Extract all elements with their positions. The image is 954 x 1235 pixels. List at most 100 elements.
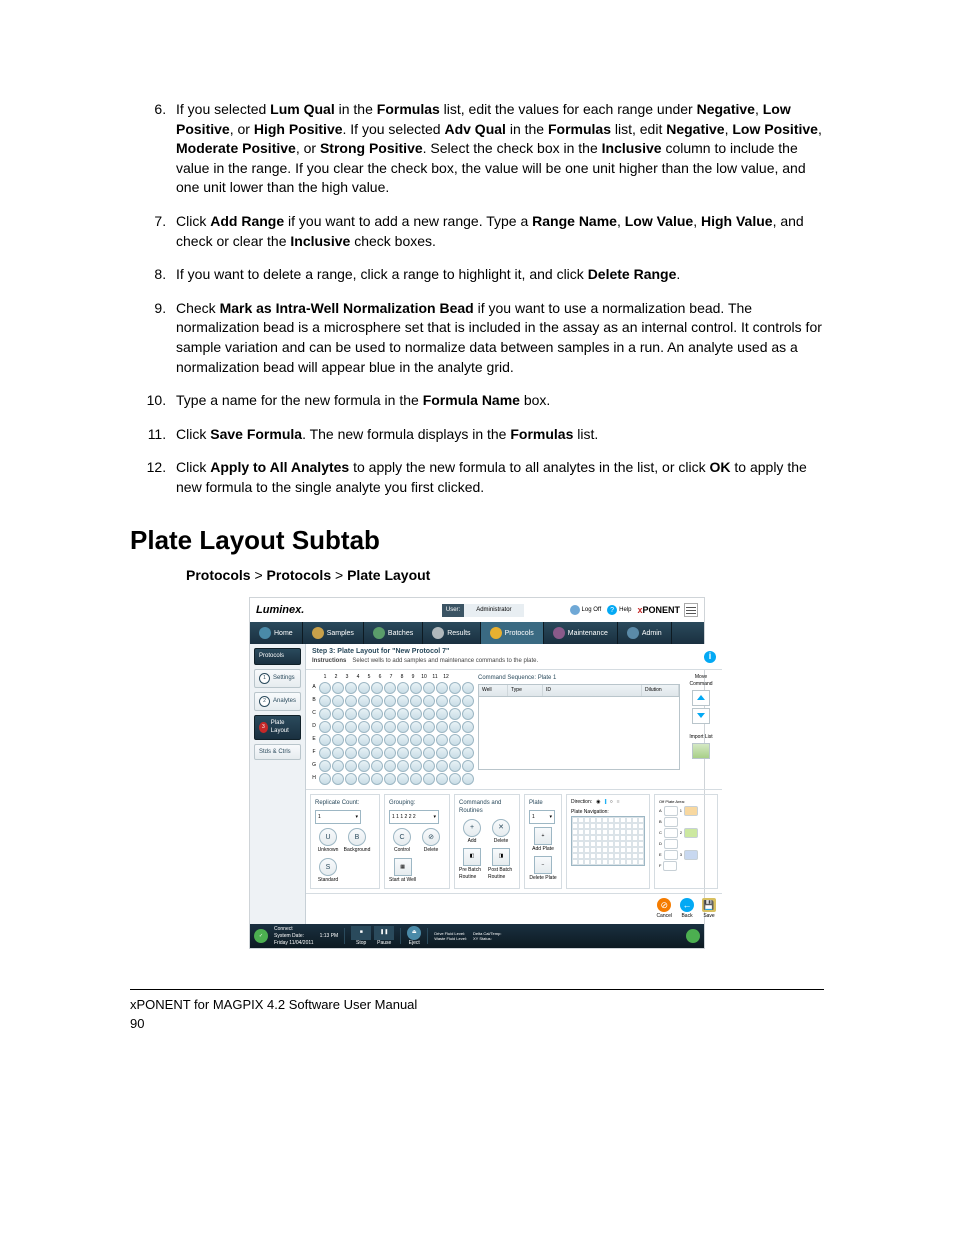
delete-plate-button[interactable]: − [534,856,552,874]
well[interactable] [319,721,331,733]
well[interactable] [384,760,396,772]
well[interactable] [319,682,331,694]
well[interactable] [436,773,448,785]
grouping-input[interactable]: 1 1 1 2 2 2▾ [389,810,439,824]
plate-select[interactable]: 1▾ [529,810,555,824]
well[interactable] [332,721,344,733]
well[interactable] [449,773,461,785]
well[interactable] [410,760,422,772]
eject-button[interactable]: ⏏ [407,926,421,940]
tab-results[interactable]: Results [423,622,480,644]
well[interactable] [345,734,357,746]
logoff-button[interactable]: Log Off [570,605,602,615]
well[interactable] [397,721,409,733]
help-button[interactable]: ?Help [607,605,631,615]
well[interactable] [358,760,370,772]
well[interactable] [410,682,422,694]
well[interactable] [332,695,344,707]
well[interactable] [371,721,383,733]
well[interactable] [371,695,383,707]
well[interactable] [397,760,409,772]
sidebar-stds-ctrls[interactable]: Stds & Ctrls [254,744,301,760]
plate-grid[interactable]: 123456789101112 ABCDEFGH [310,674,474,785]
well[interactable] [423,721,435,733]
well[interactable] [462,773,474,785]
well[interactable] [436,734,448,746]
well[interactable] [332,708,344,720]
well[interactable] [371,708,383,720]
well[interactable] [345,682,357,694]
well[interactable] [449,695,461,707]
sidebar-plate-layout[interactable]: 3Plate Layout [254,715,301,740]
well[interactable] [423,773,435,785]
well[interactable] [436,721,448,733]
well[interactable] [358,695,370,707]
well[interactable] [384,773,396,785]
well[interactable] [371,734,383,746]
start-at-well-button[interactable]: ▦ [394,858,412,876]
well[interactable] [423,760,435,772]
well[interactable] [358,721,370,733]
tab-admin[interactable]: Admin [618,622,672,644]
well[interactable] [449,734,461,746]
stop-button[interactable]: ■ [351,926,371,940]
background-button[interactable]: B [348,828,366,846]
well[interactable] [345,695,357,707]
well[interactable] [410,734,422,746]
well[interactable] [410,695,422,707]
well[interactable] [345,708,357,720]
cmd-table[interactable]: Well Type ID Dilution [478,684,680,770]
well[interactable] [345,760,357,772]
menu-icon[interactable] [684,603,698,617]
well[interactable] [358,747,370,759]
postbatch-button[interactable]: ◨ [492,848,510,866]
well[interactable] [358,734,370,746]
well[interactable] [410,721,422,733]
well[interactable] [462,760,474,772]
well[interactable] [371,682,383,694]
pause-button[interactable]: ❚❚ [374,926,394,940]
well[interactable] [345,721,357,733]
well[interactable] [371,773,383,785]
well[interactable] [397,734,409,746]
sidebar-protocols[interactable]: Protocols [254,648,301,664]
well[interactable] [436,747,448,759]
well[interactable] [397,682,409,694]
well[interactable] [332,747,344,759]
prebatch-button[interactable]: ◧ [463,848,481,866]
well[interactable] [384,721,396,733]
offplate-well[interactable] [664,806,678,816]
unknown-button[interactable]: U [319,828,337,846]
well[interactable] [462,721,474,733]
tab-batches[interactable]: Batches [364,622,423,644]
info-icon[interactable]: i [704,651,716,663]
add-plate-button[interactable]: + [534,827,552,845]
well[interactable] [449,760,461,772]
sidebar-analytes[interactable]: 2Analytes [254,692,301,711]
well[interactable] [319,708,331,720]
plate-nav-grid[interactable] [571,816,645,866]
delete-cmd-button[interactable]: ✕ [492,819,510,837]
sidebar-settings[interactable]: 1Settings [254,669,301,688]
tab-home[interactable]: Home [250,622,303,644]
save-button[interactable]: 💾Save [702,898,716,920]
well[interactable] [410,747,422,759]
well[interactable] [462,682,474,694]
well[interactable] [332,773,344,785]
tab-protocols[interactable]: Protocols [481,622,544,644]
well[interactable] [332,760,344,772]
well[interactable] [384,734,396,746]
add-cmd-button[interactable]: + [463,819,481,837]
well[interactable] [410,708,422,720]
well[interactable] [449,708,461,720]
well[interactable] [384,708,396,720]
well[interactable] [462,695,474,707]
direction-horizontal[interactable]: ○ [610,799,613,806]
well[interactable] [436,682,448,694]
well[interactable] [449,682,461,694]
move-up-button[interactable] [692,690,710,706]
well[interactable] [397,747,409,759]
move-down-button[interactable] [692,708,710,724]
well[interactable] [436,708,448,720]
well[interactable] [358,708,370,720]
